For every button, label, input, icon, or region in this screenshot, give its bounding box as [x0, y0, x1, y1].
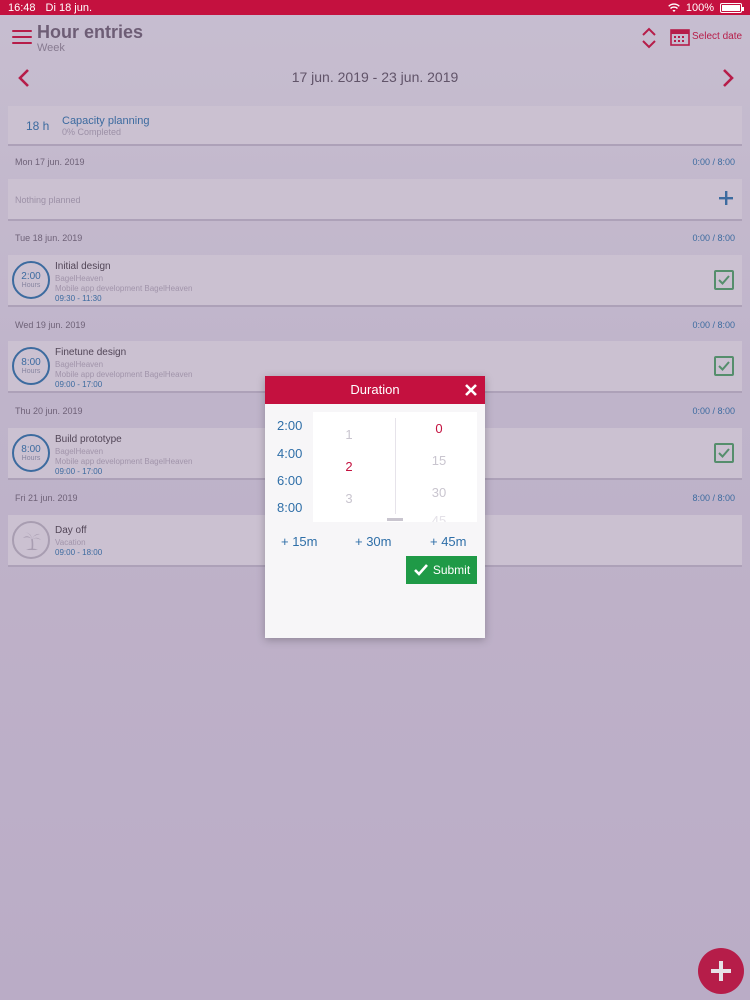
battery-icon — [720, 2, 744, 13]
minute-option-selected[interactable]: 0 — [409, 421, 469, 436]
preset-8h-button[interactable]: 8:00 — [277, 500, 302, 515]
minute-option[interactable]: 45 — [409, 513, 469, 522]
add-15m-button[interactable]: + 15m — [281, 534, 318, 549]
preset-2h-button[interactable]: 2:00 — [277, 418, 302, 433]
status-bar: 16:48 Di 18 jun. 100% — [0, 0, 750, 15]
status-date: Di 18 jun. — [45, 1, 93, 14]
dialog-header: Duration — [265, 376, 485, 404]
status-time: 16:48 — [8, 1, 36, 14]
hour-option[interactable]: 1 — [319, 427, 379, 442]
add-45m-button[interactable]: + 45m — [430, 534, 467, 549]
minute-option[interactable]: 30 — [409, 485, 469, 500]
minute-option[interactable]: 15 — [409, 453, 469, 468]
preset-4h-button[interactable]: 4:00 — [277, 446, 302, 461]
duration-picker[interactable]: 1 2 3 0 15 30 45 — [313, 412, 477, 522]
hour-option-selected[interactable]: 2 — [319, 459, 379, 474]
picker-scroll-indicator — [387, 518, 403, 521]
duration-dialog: Duration 2:00 4:00 6:00 8:00 1 2 3 0 15 … — [265, 376, 485, 638]
preset-6h-button[interactable]: 6:00 — [277, 473, 302, 488]
submit-label: Submit — [432, 563, 471, 577]
add-30m-button[interactable]: + 30m — [355, 534, 392, 549]
submit-button[interactable]: Submit — [406, 556, 477, 584]
picker-divider — [395, 418, 396, 514]
close-icon[interactable] — [464, 383, 478, 397]
battery-percent: 100% — [685, 1, 714, 14]
hour-option[interactable]: 3 — [319, 491, 379, 506]
dialog-title: Duration — [350, 382, 400, 397]
wifi-icon — [668, 2, 680, 12]
checkmark-icon — [413, 564, 428, 576]
